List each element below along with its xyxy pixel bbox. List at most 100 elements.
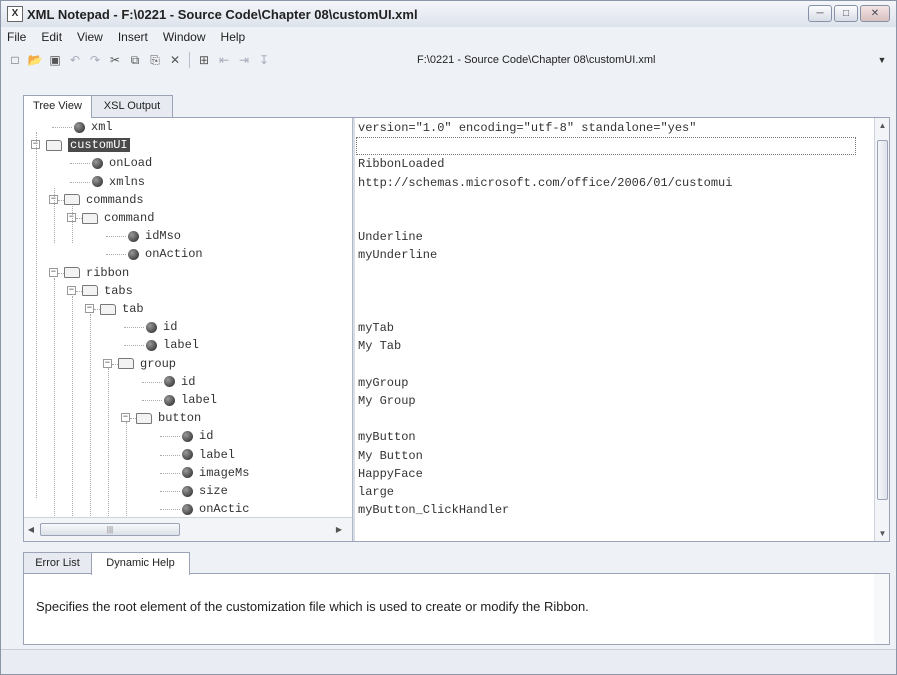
xml-notepad-window: X XML Notepad - F:\0221 - Source Code\Ch… [0, 0, 897, 675]
tree-node[interactable]: tab [100, 300, 144, 318]
folder-icon [118, 358, 134, 370]
tree-node[interactable]: label [164, 391, 217, 409]
menu-file[interactable]: File [7, 30, 26, 44]
scroll-right-icon[interactable]: ▶ [332, 523, 346, 536]
save-icon[interactable]: ▣ [47, 52, 63, 68]
tab-dynamic-help[interactable]: Dynamic Help [91, 552, 190, 575]
horizontal-scroll-thumb[interactable]: ||| [40, 523, 180, 536]
tree-node[interactable]: customUI [46, 136, 130, 154]
node-value-cell[interactable]: My Tab [358, 337, 401, 355]
node-value-cell[interactable]: HappyFace [358, 465, 423, 483]
tree-node[interactable]: button [136, 409, 201, 427]
node-value-cell[interactable]: myButton_ClickHandler [358, 501, 509, 519]
node-value-cell[interactable]: large [358, 483, 394, 501]
minimize-button[interactable]: ─ [808, 5, 832, 22]
node-value-cell[interactable]: myGroup [358, 374, 408, 392]
tree-node[interactable]: size [182, 482, 228, 500]
tree-node[interactable]: label [182, 446, 235, 464]
location-combo[interactable]: F:\0221 - Source Code\Chapter 08\customU… [415, 50, 889, 70]
expand-toggle[interactable]: − [85, 304, 94, 313]
value-grid[interactable]: version="1.0" encoding="utf-8" standalon… [355, 118, 874, 541]
tree-node[interactable]: label [146, 336, 199, 354]
node-value-cell[interactable]: My Group [358, 392, 416, 410]
node-value-cell[interactable]: myUnderline [358, 246, 437, 264]
node-value-cell[interactable]: Underline [358, 228, 423, 246]
cut-icon[interactable]: ✂ [107, 52, 123, 68]
expand-toggle[interactable]: − [103, 358, 112, 368]
attribute-icon [182, 430, 193, 442]
menu-insert[interactable]: Insert [118, 30, 148, 44]
nudge-down-icon[interactable]: ↧ [256, 52, 272, 68]
maximize-button[interactable]: □ [834, 5, 858, 22]
menu-view[interactable]: View [77, 30, 103, 44]
tree-node[interactable]: onLoad [92, 154, 152, 172]
delete-icon[interactable]: ✕ [167, 52, 183, 68]
tab-xsl-output[interactable]: XSL Output [91, 95, 173, 117]
scroll-down-icon[interactable]: ▼ [875, 526, 890, 541]
tree-node[interactable]: commands [64, 191, 144, 209]
help-text: Specifies the root element of the custom… [36, 599, 589, 614]
help-scrollbar[interactable] [874, 574, 889, 644]
nudge-left-icon[interactable]: ⇤ [216, 52, 232, 68]
tree-node[interactable]: ribbon [64, 264, 129, 282]
horizontal-scrollbar[interactable]: ◀ ||| ▶ [24, 517, 352, 541]
tree-connector [160, 436, 180, 438]
tree-node[interactable]: id [146, 318, 177, 336]
attribute-icon [182, 485, 193, 497]
title-bar: X XML Notepad - F:\0221 - Source Code\Ch… [1, 1, 896, 27]
expand-toggle[interactable]: − [121, 413, 130, 423]
tree-node[interactable]: onAction [128, 245, 203, 263]
tree-node[interactable]: xml [74, 118, 113, 136]
copy-icon[interactable]: ⧉ [127, 52, 143, 68]
vertical-scrollbar[interactable]: ▲ ▼ [874, 118, 889, 541]
tree-node-label: onActic [199, 502, 250, 517]
tree-connector [142, 400, 162, 401]
expand-toggle[interactable]: − [67, 285, 76, 295]
tree-node[interactable]: tabs [82, 282, 133, 300]
tree-guide-line [90, 314, 91, 516]
tree-view-panel: xml − customUI onLoad xmlns − commands − command… [23, 117, 890, 542]
node-value-cell[interactable]: http://schemas.microsoft.com/office/2006… [358, 174, 732, 192]
tree-node[interactable]: id [164, 373, 195, 391]
scroll-up-icon[interactable]: ▲ [875, 118, 890, 133]
redo-icon[interactable]: ↷ [87, 52, 103, 68]
node-value-cell[interactable]: myTab [358, 319, 394, 337]
location-path: F:\0221 - Source Code\Chapter 08\customU… [417, 54, 656, 66]
node-value-cell[interactable]: myButton [358, 428, 416, 446]
node-value-cell[interactable]: RibbonLoaded [358, 155, 444, 173]
tree-connector [106, 236, 126, 238]
scroll-left-icon[interactable]: ◀ [24, 523, 38, 536]
tree-node[interactable]: group [118, 355, 176, 373]
tab-tree-view[interactable]: Tree View [23, 95, 92, 118]
tree-node[interactable]: id [182, 427, 213, 445]
insert-icon[interactable]: ⊞ [196, 52, 212, 68]
chevron-down-icon[interactable]: ▼ [875, 55, 889, 65]
open-icon[interactable]: 📂 [27, 52, 43, 68]
paste-icon[interactable]: ⎘ [147, 52, 163, 68]
node-value-cell[interactable]: version="1.0" encoding="utf-8" standalon… [358, 119, 696, 137]
folder-icon [64, 194, 80, 206]
new-icon[interactable]: □ [7, 52, 23, 68]
tree-node[interactable]: imageMs [182, 464, 249, 482]
tree-node-label: label [181, 393, 218, 407]
undo-icon[interactable]: ↶ [67, 52, 83, 68]
tree-node[interactable]: xmlns [92, 173, 145, 191]
nudge-right-icon[interactable]: ⇥ [236, 52, 252, 68]
expand-toggle[interactable]: − [49, 267, 58, 277]
toolbar: □ 📂 ▣ ↶ ↷ ✂ ⧉ ⎘ ✕ ⊞ ⇤ ⇥ ↧ F:\0221 - Sour… [1, 47, 896, 73]
node-value-cell[interactable] [356, 137, 856, 156]
menu-window[interactable]: Window [163, 30, 206, 44]
close-button[interactable]: ✕ [860, 5, 890, 22]
tree-node-label: label [163, 338, 200, 353]
menu-edit[interactable]: Edit [41, 30, 62, 44]
tree-node[interactable]: idMso [128, 227, 181, 245]
tree-node[interactable]: onActic [182, 500, 249, 517]
menu-help[interactable]: Help [221, 30, 246, 44]
tab-error-list[interactable]: Error List [23, 552, 92, 574]
node-tree[interactable]: xml − customUI onLoad xmlns − commands − command… [24, 118, 352, 517]
node-value-cell[interactable]: My Button [358, 447, 423, 465]
attribute-icon [182, 467, 193, 479]
scroll-thumb[interactable] [877, 140, 888, 500]
tree-node[interactable]: command [82, 209, 154, 227]
tree-node-label: label [199, 447, 236, 462]
